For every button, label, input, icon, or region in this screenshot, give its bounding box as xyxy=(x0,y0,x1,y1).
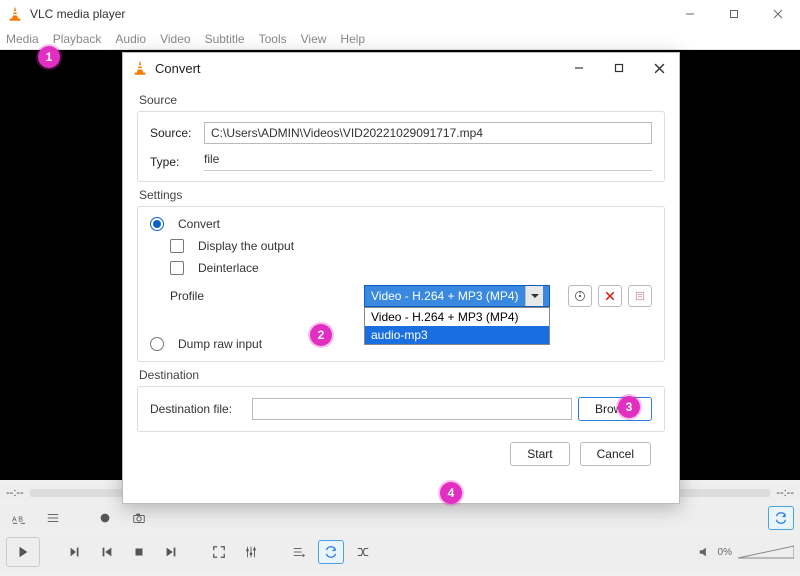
loop-mode-button[interactable] xyxy=(768,506,794,530)
profile-combobox[interactable]: Video - H.264 + MP3 (MP4) Video - H.264 … xyxy=(364,285,550,307)
source-input[interactable] xyxy=(204,122,652,144)
menu-playback[interactable]: Playback xyxy=(53,32,102,46)
type-label: Type: xyxy=(150,155,198,169)
menu-tools[interactable]: Tools xyxy=(259,32,287,46)
volume-percent: 0% xyxy=(718,547,732,558)
edit-profile-button[interactable] xyxy=(568,285,592,307)
destination-file-label: Destination file: xyxy=(150,402,246,416)
annotation-badge: 1 xyxy=(38,46,60,68)
dump-raw-label: Dump raw input xyxy=(178,337,262,351)
convert-radio[interactable] xyxy=(150,217,164,231)
menu-help[interactable]: Help xyxy=(340,32,365,46)
new-profile-button[interactable] xyxy=(628,285,652,307)
vlc-cone-icon xyxy=(131,59,149,77)
svg-text:A B: A B xyxy=(12,517,23,524)
dialog-close-button[interactable] xyxy=(639,53,679,83)
source-group-label: Source xyxy=(139,93,665,107)
settings-group-label: Settings xyxy=(139,188,665,202)
browse-button[interactable]: Browse xyxy=(578,397,652,421)
annotation-badge: 2 xyxy=(310,324,332,346)
source-group: Source: Type: file xyxy=(137,111,665,182)
minimize-button[interactable] xyxy=(668,0,712,28)
time-elapsed: --:-- xyxy=(6,487,24,499)
snapshot-button[interactable] xyxy=(126,506,152,530)
shuffle-button[interactable] xyxy=(350,540,376,564)
list-button[interactable] xyxy=(40,506,66,530)
menu-video[interactable]: Video xyxy=(160,32,190,46)
start-button[interactable]: Start xyxy=(510,442,569,466)
convert-radio-label: Convert xyxy=(178,217,220,231)
chevron-down-icon xyxy=(525,286,543,306)
controls-row: 0% xyxy=(0,534,800,570)
settings-group: Convert Display the output Deinterlace P… xyxy=(137,206,665,362)
dialog-maximize-button[interactable] xyxy=(599,53,639,83)
destination-group: Destination file: Browse xyxy=(137,386,665,432)
dialog-titlebar[interactable]: Convert xyxy=(123,53,679,83)
menu-subtitle[interactable]: Subtitle xyxy=(205,32,245,46)
record-button[interactable] xyxy=(92,506,118,530)
speaker-icon xyxy=(698,545,712,559)
dialog-minimize-button[interactable] xyxy=(559,53,599,83)
ab-loop-button[interactable]: A B xyxy=(6,506,32,530)
dump-raw-radio[interactable] xyxy=(150,337,164,351)
step-play-button[interactable] xyxy=(62,540,88,564)
profile-selected-value: Video - H.264 + MP3 (MP4) xyxy=(371,289,519,303)
toolbar-upper: A B xyxy=(0,504,800,532)
destination-file-input[interactable] xyxy=(252,398,572,420)
main-window-title: VLC media player xyxy=(30,7,668,21)
stop-button[interactable] xyxy=(126,540,152,564)
profile-option[interactable]: audio-mp3 xyxy=(365,326,549,344)
cancel-button[interactable]: Cancel xyxy=(580,442,651,466)
delete-profile-button[interactable] xyxy=(598,285,622,307)
convert-dialog: Convert Source Source: Type: file Settin… xyxy=(122,52,680,504)
menu-audio[interactable]: Audio xyxy=(115,32,146,46)
maximize-button[interactable] xyxy=(712,0,756,28)
dialog-title: Convert xyxy=(155,61,559,76)
profile-label: Profile xyxy=(170,289,230,303)
source-label: Source: xyxy=(150,126,198,140)
time-total: --:-- xyxy=(776,487,794,499)
vlc-cone-icon xyxy=(6,5,24,23)
playlist-button[interactable] xyxy=(286,540,312,564)
destination-group-label: Destination xyxy=(139,368,665,382)
deinterlace-checkbox[interactable] xyxy=(170,261,184,275)
next-button[interactable] xyxy=(158,540,184,564)
display-output-checkbox[interactable] xyxy=(170,239,184,253)
volume-control[interactable]: 0% xyxy=(698,544,794,560)
profile-option[interactable]: Video - H.264 + MP3 (MP4) xyxy=(365,308,549,326)
fullscreen-button[interactable] xyxy=(206,540,232,564)
annotation-badge: 3 xyxy=(618,396,640,418)
close-button[interactable] xyxy=(756,0,800,28)
play-button[interactable] xyxy=(6,537,40,567)
type-value: file xyxy=(204,152,652,171)
menu-view[interactable]: View xyxy=(301,32,327,46)
repeat-button[interactable] xyxy=(318,540,344,564)
volume-slider[interactable] xyxy=(738,544,794,560)
profile-dropdown: Video - H.264 + MP3 (MP4) audio-mp3 xyxy=(364,307,550,345)
annotation-badge: 4 xyxy=(440,482,462,504)
equalizer-button[interactable] xyxy=(238,540,264,564)
display-output-label: Display the output xyxy=(198,239,294,253)
menu-media[interactable]: Media xyxy=(6,32,39,46)
main-titlebar: VLC media player xyxy=(0,0,800,28)
deinterlace-label: Deinterlace xyxy=(198,261,259,275)
prev-button[interactable] xyxy=(94,540,120,564)
menubar: Media Playback Audio Video Subtitle Tool… xyxy=(0,28,800,50)
